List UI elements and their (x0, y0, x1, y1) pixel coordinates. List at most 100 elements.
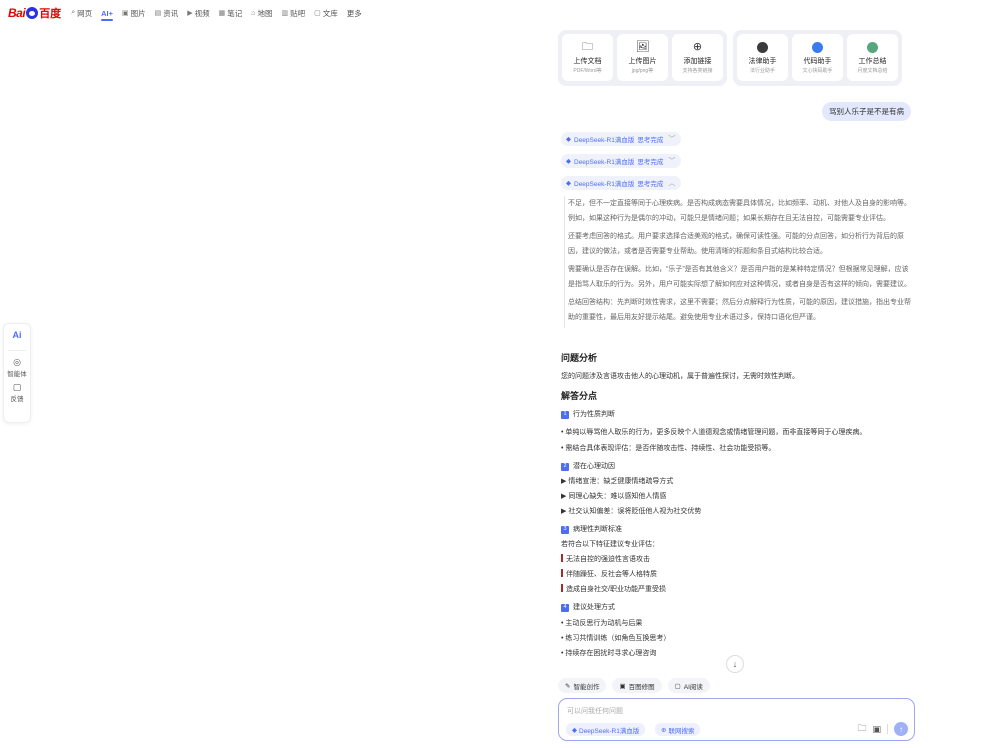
send-button[interactable]: ↑ (894, 722, 908, 736)
tool-card-1[interactable]: 🖼 上传图片 jpg/png等 (617, 34, 668, 81)
ai-icon[interactable]: Ai (13, 330, 22, 340)
list-item: ▶ 同理心缺失：难以感知他人情感 (561, 493, 667, 500)
list-item-text: 造成自身社交/职业功能严重受损 (566, 586, 666, 593)
assistant-title: 代码助手 (803, 57, 832, 65)
list-item: • 主动反思行为动机与后果 (561, 620, 643, 627)
nav-item-4[interactable]: ▶ 视频 (187, 0, 209, 26)
model-selector[interactable]: ◆ DeepSeek-R1满血版 (566, 723, 646, 736)
assistant-card-1[interactable]: 代码助手文心快码助手 (792, 34, 843, 81)
whale-icon: ◆ (566, 180, 571, 187)
ai-read-icon: ▢ (674, 682, 681, 690)
number-badge: 1 (561, 410, 569, 419)
web-search-toggle[interactable]: ⊕ 联网搜索 (655, 723, 701, 736)
nav-item-6[interactable]: ⌂ 地图 (251, 0, 272, 26)
nav-item-5[interactable]: ▦ 笔记 (219, 0, 243, 26)
assistant-card-2[interactable]: 工作总结月度文档总结 (847, 34, 898, 81)
nav-label: 图片 (130, 8, 146, 18)
list-item: 无法自控的强迫性言语攻击 (561, 552, 911, 567)
thinking-toggle-0[interactable]: ◆ DeepSeek-R1满血版 思考完成 ﹀ (561, 132, 682, 146)
thinking-paragraph: 不足，但不一定直接等同于心理疾病。是否构成病态需要具体情况，比如频率、动机、对他… (568, 200, 911, 222)
chip-label: AI阅读 (683, 683, 703, 691)
nav-label: 地图 (257, 8, 273, 18)
paw-icon (26, 7, 39, 19)
feedback-button[interactable]: ▢ 反馈 (11, 382, 24, 403)
nav-icon: ⌕ (71, 9, 76, 16)
code-avatar-icon (812, 41, 823, 53)
assistant-subtitle: 文心快码助手 (802, 67, 833, 74)
input-actions: 🗀 ▣ ↑ (857, 721, 908, 737)
section-title: 行为性质判断 (573, 411, 615, 418)
section-title: 潜在心理动因 (573, 463, 615, 470)
section-title: 建议处理方式 (573, 604, 615, 611)
section-2-title: 2 潜在心理动因 (561, 459, 911, 474)
logo-text: Bai (8, 6, 26, 20)
chip-label: 智能创作 (573, 683, 600, 691)
chat-input[interactable]: 可以问我任何问题 (567, 706, 623, 716)
image-edit-icon: ▣ (619, 682, 626, 690)
image-icon[interactable]: ▣ (872, 724, 881, 735)
nav-icon: ▥ (281, 10, 289, 17)
baidu-logo[interactable]: Bai 百度 (8, 5, 61, 21)
assistant-subtitle: 月度文档总结 (857, 67, 888, 74)
answer-heading-analysis: 问题分析 (561, 353, 598, 363)
chat-column: 🗀 上传文档 PDF/Word等 🖼 上传图片 jpg/png等 ⊕ 添加链接 支持各类链接 法… (558, 30, 915, 741)
ai-read-chip[interactable]: ▢ AI阅读 (667, 678, 710, 693)
tools-row: 🗀 上传文档 PDF/Word等 🖼 上传图片 jpg/png等 ⊕ 添加链接 支持各类链接 法… (558, 30, 915, 86)
nav-label: 更多 (346, 8, 362, 18)
tool-title: 添加链接 (683, 57, 712, 65)
chat-input-box[interactable]: 可以问我任何问题 ◆ DeepSeek-R1满血版 ⊕ 联网搜索 🗀 ▣ ↑ (558, 698, 915, 741)
section-4-title: 4 建议处理方式 (561, 600, 911, 615)
tool-title: 上传图片 (628, 57, 657, 65)
nav-item-8[interactable]: ▢ 文库 (314, 0, 338, 26)
nav-item-9[interactable]: 更多 (347, 0, 362, 26)
whale-icon: ◆ (572, 726, 577, 734)
tool-subtitle: jpg/png等 (631, 67, 654, 74)
nav-item-3[interactable]: ▤ 资讯 (155, 0, 179, 26)
image-edit-chip[interactable]: ▣ 百图修图 (612, 678, 662, 693)
scroll-down-button[interactable]: ↓ (726, 655, 744, 673)
thinking-status: 思考完成 (637, 137, 664, 144)
agent-button[interactable]: ◎ 智能体 (7, 357, 27, 378)
section-3-title: 3 病理性判断标准 (561, 522, 911, 537)
nav-label: AI+ (101, 8, 113, 18)
smart-create-chip[interactable]: ✎ 智能创作 (558, 678, 607, 693)
assistant-card-0[interactable]: 法律助手 法行业助手 (737, 34, 788, 81)
list-item-text: 伴随躁狂、反社会等人格特质 (566, 571, 657, 578)
thinking-paragraph: 需要确认是否存在误解。比如，“乐子”是否有其他含义？是否用户指的是某种特定情况？… (568, 266, 911, 288)
tool-card-2[interactable]: ⊕ 添加链接 支持各类链接 (672, 34, 723, 81)
model-name: DeepSeek-R1满血版 (574, 159, 635, 166)
list-item-text: 无法自控的强迫性言语攻击 (566, 556, 650, 563)
globe-icon: ⊕ (661, 726, 667, 734)
work-avatar-icon (867, 41, 878, 53)
assistant-title: 法律助手 (748, 57, 777, 65)
assistant-title: 工作总结 (858, 57, 887, 65)
nav-icon: ▢ (314, 10, 321, 17)
list-item: ▶ 情绪宣泄：缺乏健康情绪疏导方式 (561, 478, 674, 485)
divider (8, 350, 26, 351)
thinking-content: 不足，但不一定直接等同于心理疾病。是否构成病态需要具体情况，比如频率、动机、对他… (564, 196, 914, 328)
nav-label: 笔记 (227, 8, 243, 18)
nav-item-7[interactable]: ▥ 贴吧 (282, 0, 306, 26)
arrow-up-icon: ↑ (899, 724, 903, 734)
nav-icon: ▶ (187, 10, 193, 17)
tool-title: 上传文档 (573, 57, 602, 65)
image-icon: 🖼 (635, 40, 650, 53)
smart-create-icon: ✎ (565, 682, 571, 690)
divider (887, 724, 888, 734)
list-item: 伴随躁狂、反社会等人格特质 (561, 567, 911, 582)
agent-icon: ◎ (13, 357, 21, 367)
nav-item-1[interactable]: AI+ (101, 0, 113, 26)
nav-icon: ⌂ (251, 9, 256, 17)
thinking-paragraph: 还要考虑回答的格式。用户要求选择合适美观的格式，确保可读性强。可能的分点回答，如… (568, 233, 904, 255)
tool-card-0[interactable]: 🗀 上传文档 PDF/Word等 (562, 34, 613, 81)
folder-icon[interactable]: 🗀 (857, 721, 866, 737)
thinking-toggle-2[interactable]: ◆ DeepSeek-R1满血版 思考完成 ︿ (561, 176, 682, 190)
number-badge: 4 (561, 603, 569, 612)
nav-label: 视频 (194, 8, 210, 18)
assistant-subtitle: 法行业助手 (749, 67, 775, 74)
model-name: DeepSeek-R1满血版 (574, 137, 635, 144)
nav-item-0[interactable]: ⌕ 网页 (71, 0, 92, 26)
thinking-toggle-1[interactable]: ◆ DeepSeek-R1满血版 思考完成 ﹀ (561, 154, 682, 168)
whale-icon: ◆ (566, 136, 571, 143)
nav-item-2[interactable]: ▣ 图片 (122, 0, 146, 26)
